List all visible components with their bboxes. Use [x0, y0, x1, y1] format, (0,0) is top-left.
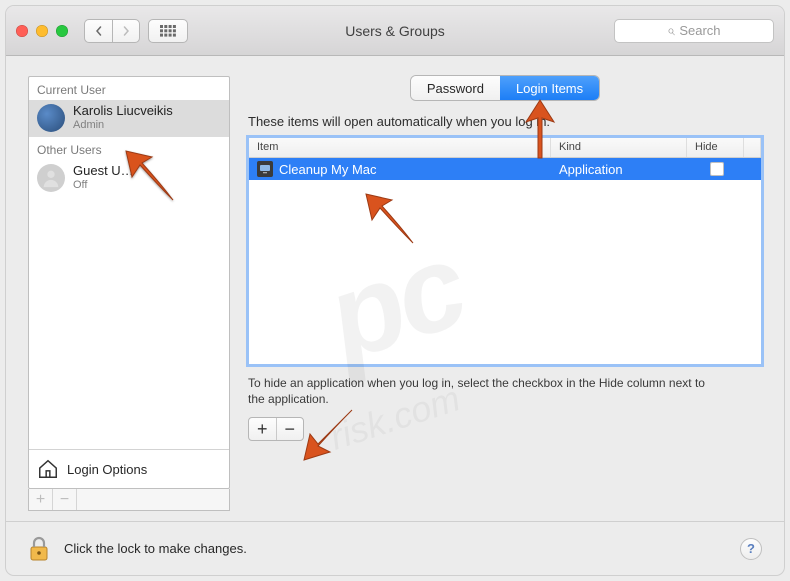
hide-checkbox[interactable] — [710, 162, 724, 176]
login-options-button[interactable]: Login Options — [29, 449, 229, 488]
table-row[interactable]: Cleanup My Mac Application — [249, 158, 761, 180]
tab-login-items[interactable]: Login Items — [500, 76, 599, 100]
sidebar: Current User Karolis Liucveikis Admin Ot… — [28, 76, 230, 511]
minimize-window-button[interactable] — [36, 25, 48, 37]
user-name: Guest U… — [73, 164, 134, 179]
user-status: Off — [73, 179, 134, 192]
user-list: Current User Karolis Liucveikis Admin Ot… — [28, 76, 230, 489]
prefs-window: Users & Groups ⌕ Search Current User Kar… — [6, 6, 784, 575]
forward-button[interactable] — [112, 19, 140, 43]
sidebar-item-guest[interactable]: Guest U… Off — [29, 160, 229, 197]
other-users-label: Other Users — [29, 137, 229, 160]
titlebar: Users & Groups ⌕ Search — [6, 6, 784, 56]
table-empty-area — [249, 180, 761, 364]
lock-icon[interactable] — [28, 536, 50, 562]
back-button[interactable] — [84, 19, 112, 43]
login-options-label: Login Options — [67, 462, 147, 477]
body: Current User Karolis Liucveikis Admin Ot… — [6, 56, 784, 521]
user-role: Admin — [73, 119, 173, 132]
intro-text: These items will open automatically when… — [248, 114, 762, 129]
lock-text: Click the lock to make changes. — [64, 541, 247, 556]
avatar — [37, 104, 65, 132]
main-panel: Password Login Items These items will op… — [248, 76, 762, 511]
table-header: Item Kind Hide — [249, 138, 761, 158]
close-window-button[interactable] — [16, 25, 28, 37]
nav-buttons — [84, 19, 140, 43]
show-all-button[interactable] — [148, 19, 188, 43]
col-item[interactable]: Item — [249, 138, 551, 157]
search-input[interactable]: ⌕ Search — [614, 19, 774, 43]
app-icon — [257, 161, 273, 177]
footer: Click the lock to make changes. ? — [6, 521, 784, 575]
col-scroll — [743, 138, 761, 157]
window-controls — [16, 25, 68, 37]
sidebar-add-remove: + − — [28, 489, 230, 511]
col-kind[interactable]: Kind — [551, 138, 687, 157]
add-user-button[interactable]: + — [29, 489, 53, 510]
item-kind: Application — [551, 162, 689, 177]
tab-segment: Password Login Items — [411, 76, 599, 100]
window-title: Users & Groups — [345, 23, 445, 39]
search-placeholder: Search — [679, 23, 720, 38]
hint-text: To hide an application when you log in, … — [248, 375, 718, 407]
sidebar-item-current-user[interactable]: Karolis Liucveikis Admin — [29, 100, 229, 137]
tab-password[interactable]: Password — [411, 76, 500, 100]
user-name: Karolis Liucveikis — [73, 104, 173, 119]
item-name: Cleanup My Mac — [279, 162, 377, 177]
remove-user-button[interactable]: − — [53, 489, 77, 510]
current-user-label: Current User — [29, 77, 229, 100]
chevron-left-icon — [94, 26, 104, 36]
zoom-window-button[interactable] — [56, 25, 68, 37]
remove-login-item-button[interactable]: − — [277, 418, 304, 440]
avatar — [37, 164, 65, 192]
help-button[interactable]: ? — [740, 538, 762, 560]
house-icon — [37, 458, 59, 480]
login-items-table: Item Kind Hide Cleanup My Mac Applicatio… — [248, 137, 762, 365]
grid-icon — [160, 25, 176, 37]
chevron-right-icon — [121, 26, 131, 36]
person-icon — [40, 167, 62, 189]
search-icon: ⌕ — [667, 22, 675, 39]
col-hide[interactable]: Hide — [687, 138, 743, 157]
add-remove-login-item: + − — [248, 417, 304, 441]
add-login-item-button[interactable]: + — [249, 418, 277, 440]
